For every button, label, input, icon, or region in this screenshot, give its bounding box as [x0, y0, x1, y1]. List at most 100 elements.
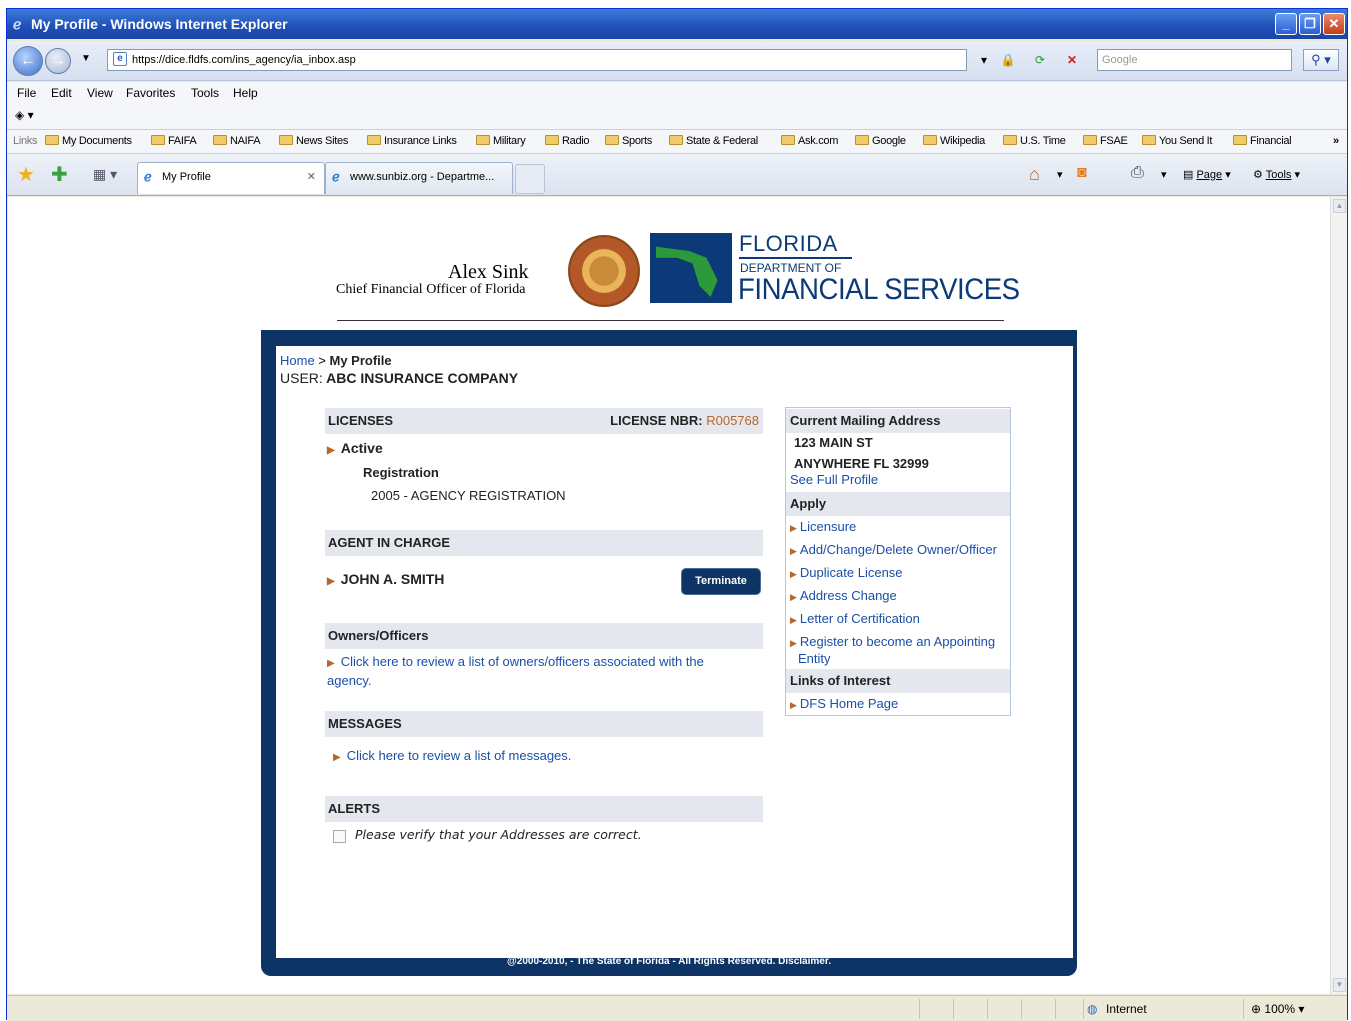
link-radio[interactable]: Radio	[545, 135, 590, 147]
alert-checkbox[interactable]	[333, 830, 346, 843]
apply-appointing-entity-cont[interactable]: Entity	[798, 651, 831, 666]
bullet-icon: ▶	[327, 576, 335, 587]
user-value: ABC INSURANCE COMPANY	[326, 370, 519, 386]
print-icon[interactable]: ⎙	[1131, 164, 1144, 182]
tools-menu[interactable]: ⚙ Tools ▾	[1253, 168, 1300, 181]
link-sports[interactable]: Sports	[605, 135, 652, 147]
link-you-send-it[interactable]: You Send It	[1142, 135, 1212, 147]
apply-owner-officer[interactable]: ▶ Add/Change/Delete Owner/Officer	[790, 542, 997, 557]
owners-link[interactable]: ▶ Click here to review a list of owners/o…	[327, 653, 767, 689]
owners-header: Owners/Officers	[325, 623, 763, 649]
toolbar-addon-icon[interactable]: ◈ ▾	[15, 108, 34, 122]
ie-tab-icon: ℯ	[332, 169, 340, 184]
main-panel: Home > My Profile USER: ABC INSURANCE CO…	[276, 346, 1073, 958]
menu-file[interactable]: File	[17, 86, 36, 100]
messages-link[interactable]: ▶ Click here to review a list of messages…	[333, 748, 571, 763]
breadcrumb-home[interactable]: Home	[280, 353, 315, 368]
menu-edit[interactable]: Edit	[51, 86, 72, 100]
home-icon[interactable]: ⌂	[1029, 164, 1040, 185]
close-tab-icon[interactable]: ✕	[307, 163, 316, 191]
print-dropdown-icon[interactable]: ▾	[1161, 168, 1167, 181]
new-tab-button[interactable]	[515, 164, 545, 194]
scroll-down-icon[interactable]: ▼	[1333, 978, 1346, 992]
search-input[interactable]: Google	[1097, 49, 1292, 71]
refresh-icon[interactable]: ⟳	[1029, 49, 1051, 71]
vertical-scrollbar[interactable]: ▲ ▼	[1330, 197, 1347, 994]
apply-address-change[interactable]: ▶ Address Change	[790, 588, 897, 603]
link-wikipedia[interactable]: Wikipedia	[923, 135, 985, 147]
url-dropdown-icon[interactable]: ▾	[973, 49, 995, 71]
tab-bar: ★ ✚ ▦ ▾ ℯ My Profile ✕ ℯ www.sunbiz.org …	[7, 154, 1347, 196]
ie-tab-icon: ℯ	[144, 169, 152, 184]
add-favorite-icon[interactable]: ✚	[51, 162, 68, 187]
agent-header: AGENT IN CHARGE	[325, 530, 763, 556]
back-button[interactable]: ←	[13, 46, 43, 76]
menu-view[interactable]: View	[87, 86, 113, 100]
link-ask[interactable]: Ask.com	[781, 135, 838, 147]
apply-duplicate-license[interactable]: ▶ Duplicate License	[790, 565, 903, 580]
link-financial[interactable]: Financial	[1233, 135, 1292, 147]
page-menu[interactable]: ▤ Page ▾	[1183, 168, 1231, 181]
tab-sunbiz[interactable]: ℯ www.sunbiz.org - Departme...	[325, 162, 513, 194]
user-line: USER: ABC INSURANCE COMPANY	[280, 370, 518, 386]
quick-tabs-icon[interactable]: ▦ ▾	[93, 166, 117, 183]
page-footer: @2000-2010, - The State of Florida - All…	[507, 956, 831, 967]
see-full-profile-link[interactable]: See Full Profile	[790, 472, 878, 487]
url-input[interactable]: e https://dice.fldfs.com/ins_agency/ia_i…	[107, 49, 967, 71]
home-dropdown-icon[interactable]: ▾	[1057, 168, 1063, 181]
link-military[interactable]: Military	[476, 135, 526, 147]
links-overflow-icon[interactable]: »	[1333, 135, 1339, 147]
menu-help[interactable]: Help	[233, 86, 258, 100]
tab-my-profile[interactable]: ℯ My Profile ✕	[137, 162, 325, 194]
licenses-header: LICENSES LICENSE NBR: R005768	[325, 408, 763, 434]
terminate-button[interactable]: Terminate	[681, 568, 761, 595]
apply-appointing-entity[interactable]: ▶ Register to become an Appointing	[790, 634, 995, 649]
interest-header: Links of Interest	[786, 669, 1010, 693]
security-zone[interactable]: Internet	[1106, 1002, 1147, 1016]
address-toolbar: ← → ▼ e https://dice.fldfs.com/ins_agenc…	[7, 41, 1347, 81]
dfs-home-link[interactable]: ▶ DFS Home Page	[790, 696, 898, 711]
link-news-sites[interactable]: News Sites	[279, 135, 348, 147]
lock-icon[interactable]: 🔒	[997, 49, 1019, 71]
link-google[interactable]: Google	[855, 135, 906, 147]
apply-letter-certification[interactable]: ▶ Letter of Certification	[790, 611, 920, 626]
agent-name: ▶ JOHN A. SMITH	[327, 571, 445, 587]
title-bar: ℯ My Profile - Windows Internet Explorer…	[7, 9, 1347, 39]
link-insurance-links[interactable]: Insurance Links	[367, 135, 457, 147]
history-dropdown-icon[interactable]: ▼	[81, 53, 91, 64]
menu-tools[interactable]: Tools	[191, 86, 219, 100]
messages-header: MESSAGES	[325, 711, 763, 737]
link-faifa[interactable]: FAIFA	[151, 135, 197, 147]
feeds-icon[interactable]: ◙	[1077, 164, 1087, 182]
alerts-header: ALERTS	[325, 796, 763, 822]
maximize-button[interactable]: ❐	[1299, 13, 1321, 35]
license-number: LICENSE NBR: R005768	[610, 413, 759, 428]
address-line1: 123 MAIN ST	[794, 435, 873, 450]
stop-icon[interactable]: ✕	[1061, 49, 1083, 71]
address-line2: ANYWHERE FL 32999	[794, 456, 929, 471]
scroll-up-icon[interactable]: ▲	[1333, 199, 1346, 213]
alert-text: Please verify that your Addresses are co…	[355, 827, 642, 842]
cfo-name: Alex Sink	[448, 261, 529, 283]
logo-florida: FLORIDA	[739, 231, 852, 259]
mailing-header: Current Mailing Address	[786, 409, 1010, 433]
menu-favorites[interactable]: Favorites	[126, 86, 175, 100]
globe-icon: ◍	[1087, 1002, 1098, 1016]
breadcrumb: Home > My Profile	[280, 353, 392, 368]
url-text: https://dice.fldfs.com/ins_agency/ia_inb…	[132, 54, 356, 66]
apply-licensure[interactable]: ▶ Licensure	[790, 519, 856, 534]
link-my-documents[interactable]: My Documents	[45, 135, 132, 147]
links-bar: Links My Documents FAIFA NAIFA News Site…	[7, 130, 1347, 154]
search-icon[interactable]: ⚲ ▾	[1303, 49, 1339, 71]
favorites-star-icon[interactable]: ★	[17, 162, 35, 187]
zoom-level[interactable]: ⊕ 100% ▾	[1251, 1002, 1304, 1016]
link-state-federal[interactable]: State & Federal	[669, 135, 758, 147]
minimize-button[interactable]: _	[1275, 13, 1297, 35]
cfo-title: Chief Financial Officer of Florida	[336, 282, 526, 297]
status-bar: ◍ Internet ⊕ 100% ▾	[7, 995, 1347, 1021]
link-fsae[interactable]: FSAE	[1083, 135, 1128, 147]
close-button[interactable]: ✕	[1323, 13, 1345, 35]
link-us-time[interactable]: U.S. Time	[1003, 135, 1066, 147]
forward-button[interactable]: →	[45, 48, 71, 74]
link-naifa[interactable]: NAIFA	[213, 135, 261, 147]
